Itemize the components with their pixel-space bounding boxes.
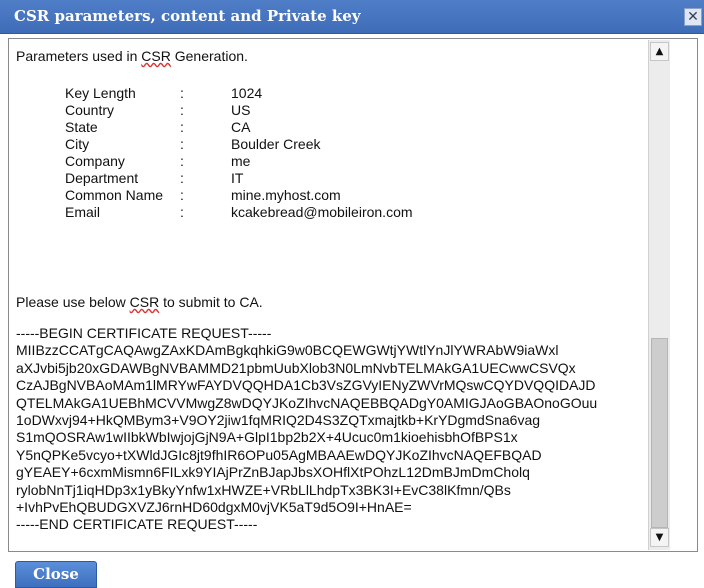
csr-instruction: Please use below CSR to submit to CA. [16, 294, 263, 310]
scroll-up-arrow-icon[interactable]: ▲ [650, 42, 669, 61]
cert-line: Y5nQPKe5vcyo+tXWldJGIc8jt9fhIR6OPu05AgMB… [16, 446, 542, 463]
cert-line: rylobNnTj1iqHDp3x1yBkyYnfw1xHWZE+VRbLlLh… [16, 481, 511, 498]
cert-line: MIIBzzCCATgCAQAwgZAxKDAmBgkqhkiG9w0BCQEW… [16, 342, 559, 359]
close-button[interactable]: Close [15, 561, 97, 588]
cert-line: gYEAEY+6cxmMismn6FILxk9YIAjPrZnBJapJbsXO… [16, 464, 530, 481]
cert-line: -----BEGIN CERTIFICATE REQUEST----- [16, 325, 272, 341]
dialog-title: CSR parameters, content and Private key [14, 7, 361, 25]
cert-line: aXJvbi5jb20xGDAWBgNVBAMMD21pbmUubXlob3N0… [16, 359, 576, 376]
cert-line: 1oDWxvj94+HkQMBym3+V9OY2jiw1fqMRIQ2D4S3Z… [16, 412, 541, 429]
csr-certificate-block: -----BEGIN CERTIFICATE REQUEST----- MIIB… [16, 325, 597, 534]
scroll-down-arrow-icon[interactable]: ▼ [650, 528, 669, 547]
cert-line: QTELMAkGA1UEBhMCVVMwgZ8wDQYJKoZIhvcNAQEB… [16, 394, 598, 411]
intro-text: Parameters used in CSR Generation. [16, 48, 248, 64]
csr-content-textarea[interactable]: Parameters used in CSR Generation. Key L… [9, 39, 647, 551]
cert-line: CzAJBgNVBAoMAm1lMRYwFAYDVQQHDA1Cb3VsZGVy… [16, 377, 596, 394]
csr-dialog: CSR parameters, content and Private key … [0, 0, 704, 588]
close-icon[interactable]: ✕ [684, 8, 702, 26]
cert-line: +IvhPvEhQBUDGXVZJ6rnHD60dgxM0vjVK5aT9d5O… [16, 499, 412, 516]
scrollbar-thumb[interactable] [651, 338, 668, 528]
dialog-titlebar: CSR parameters, content and Private key … [0, 0, 704, 34]
cert-line: S1mQOSRAw1wIIbkWbIwjojGjN9A+GlpI1bp2b2X+… [16, 429, 518, 446]
cert-line: -----END CERTIFICATE REQUEST----- [16, 516, 258, 533]
vertical-scrollbar[interactable]: ▲ ▼ [648, 40, 670, 550]
